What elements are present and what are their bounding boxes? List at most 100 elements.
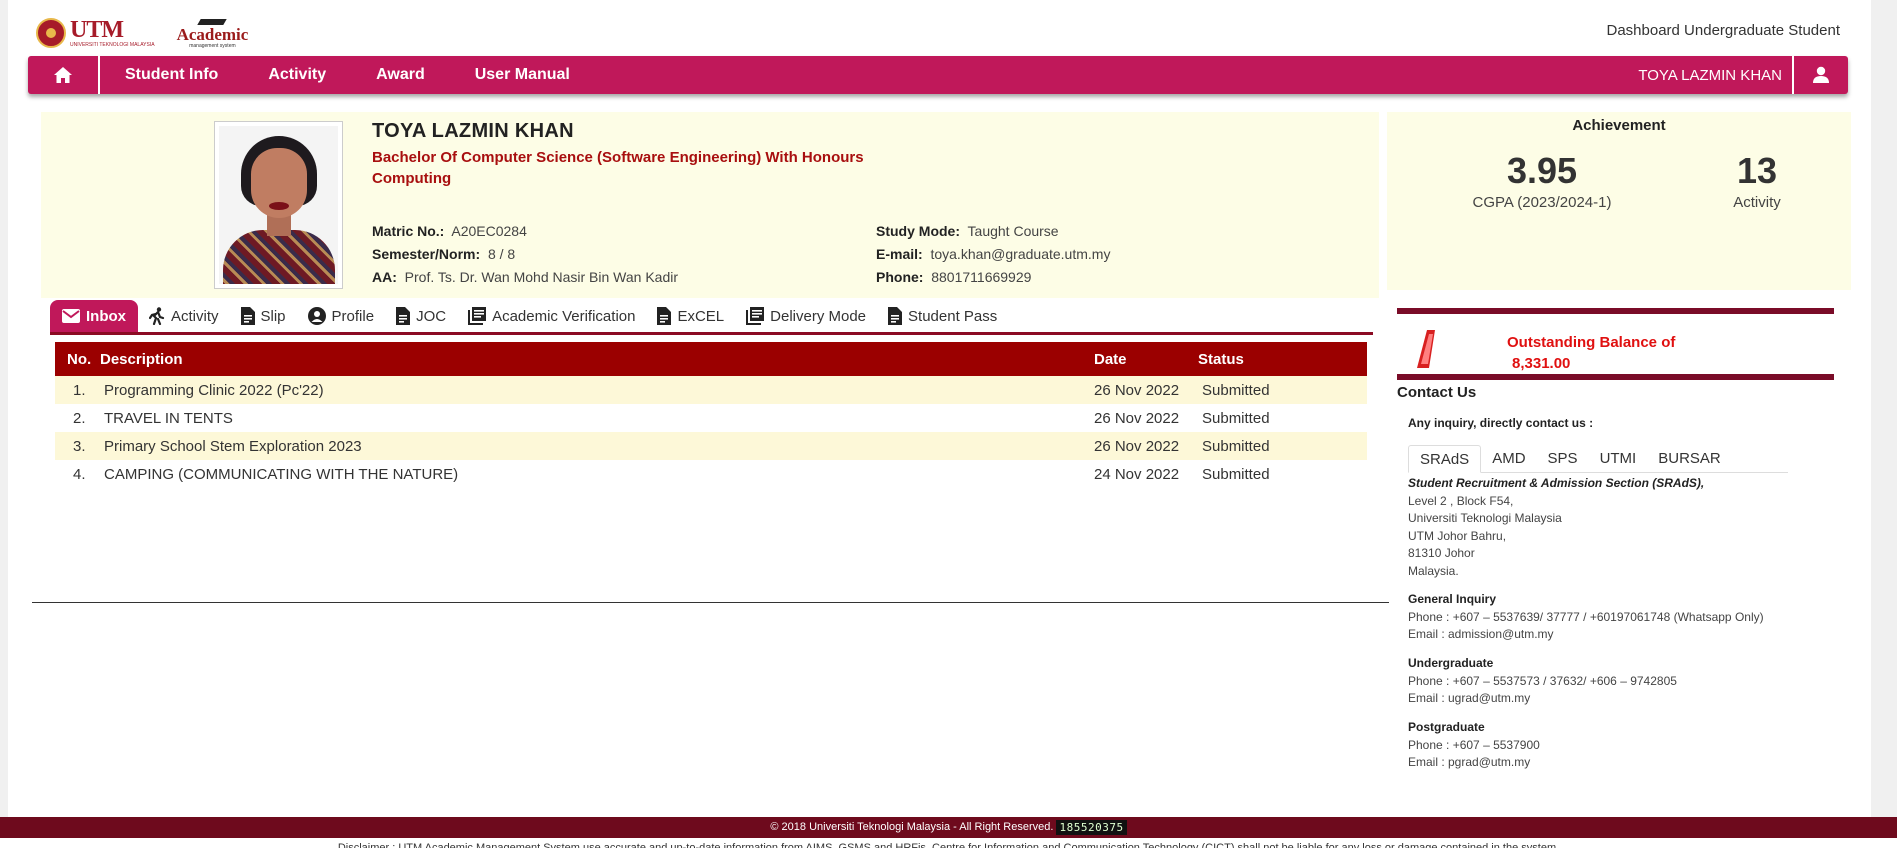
phone-info: Phone: 8801711669929 xyxy=(876,269,1031,285)
dashboard-tabs: Inbox Activity Slip Profile JOC Academic… xyxy=(50,300,1373,335)
table-row[interactable]: 3. Primary School Stem Exploration 2023 … xyxy=(55,432,1367,460)
aa-label: AA: xyxy=(372,269,397,285)
page-margin xyxy=(1871,0,1897,817)
home-button[interactable] xyxy=(28,56,100,94)
contact-tab-utmi[interactable]: UTMI xyxy=(1589,445,1648,473)
outstanding-balance-amount: 8,331.00 xyxy=(1512,355,1571,372)
contact-address: Student Recruitment & Admission Section … xyxy=(1408,475,1704,581)
email-info: E-mail: toya.khan@graduate.utm.my xyxy=(876,246,1110,262)
row-no: 3. xyxy=(73,437,86,455)
contact-section-name: Student Recruitment & Admission Section … xyxy=(1408,476,1705,490)
profile-icon xyxy=(307,307,326,325)
row-date: 26 Nov 2022 xyxy=(1094,437,1180,455)
row-no: 4. xyxy=(73,465,86,483)
academic-logo-subtitle: management system xyxy=(189,43,236,49)
contact-tab-bursar[interactable]: BURSAR xyxy=(1647,445,1732,473)
tab-slip[interactable]: Slip xyxy=(230,300,297,332)
tab-academic-verification-label: Academic Verification xyxy=(492,307,636,325)
row-description[interactable]: Primary School Stem Exploration 2023 xyxy=(100,432,1094,460)
outstanding-balance-label: Outstanding Balance of xyxy=(1507,334,1676,351)
row-date: 26 Nov 2022 xyxy=(1094,409,1180,427)
table-header-row: No. Description Date Status xyxy=(55,342,1367,376)
semester-value: 8 / 8 xyxy=(487,246,516,262)
tab-profile[interactable]: Profile xyxy=(297,300,386,332)
col-header-status: Status xyxy=(1198,342,1367,376)
user-icon xyxy=(1813,66,1829,83)
postgraduate-title: Postgraduate xyxy=(1408,720,1485,734)
cgpa-value: 3.95 xyxy=(1506,150,1578,191)
address-line: UTM Johor Bahru, xyxy=(1408,528,1507,543)
row-status: Submitted xyxy=(1202,409,1270,427)
nav-activity[interactable]: Activity xyxy=(243,56,351,94)
user-menu-button[interactable] xyxy=(1792,56,1848,94)
postgraduate-email: Email : pgrad@utm.my xyxy=(1408,755,1531,770)
contact-tab-amd[interactable]: AMD xyxy=(1481,445,1536,473)
tab-student-pass[interactable]: Student Pass xyxy=(877,300,1008,332)
row-date: 26 Nov 2022 xyxy=(1094,381,1180,399)
nav-student-info[interactable]: Student Info xyxy=(100,56,243,94)
divider xyxy=(32,602,1389,603)
email-label: E-mail: xyxy=(876,246,923,262)
academic-logo[interactable]: Academic management system xyxy=(177,17,249,49)
tab-delivery-mode[interactable]: Delivery Mode xyxy=(735,300,877,332)
contact-tab-sps[interactable]: SPS xyxy=(1537,445,1589,473)
general-inquiry-phone: Phone : +607 – 5537639/ 37777 / +6019706… xyxy=(1408,609,1764,624)
tab-profile-label: Profile xyxy=(331,307,375,325)
contact-us-subtitle: Any inquiry, directly contact us : xyxy=(1408,416,1594,430)
phone-value: 8801711669929 xyxy=(931,269,1032,285)
tab-joc[interactable]: JOC xyxy=(385,300,457,332)
row-no: 1. xyxy=(73,381,86,399)
undergraduate-email: Email : ugrad@utm.my xyxy=(1408,691,1531,706)
semester-info: Semester/Norm: 8 / 8 xyxy=(372,246,515,262)
row-description[interactable]: TRAVEL IN TENTS xyxy=(100,404,1094,432)
inbox-table: No. Description Date Status 1. Programmi… xyxy=(55,342,1367,488)
study-mode-info: Study Mode: Taught Course xyxy=(876,223,1059,239)
academic-logo-text: Academic xyxy=(176,25,249,44)
aa-info: AA: Prof. Ts. Dr. Wan Mohd Nasir Bin Wan… xyxy=(372,269,678,285)
utm-logo-subtitle: UNIVERSITI TEKNOLOGI MALAYSIA xyxy=(70,42,155,48)
matric-label: Matric No.: xyxy=(372,223,445,239)
undergraduate-phone: Phone : +607 – 5537573 / 37632/ +606 – 9… xyxy=(1408,673,1677,688)
nav-award[interactable]: Award xyxy=(351,56,450,94)
home-icon xyxy=(54,67,72,83)
contact-postgraduate: Postgraduate Phone : +607 – 5537900 Emai… xyxy=(1408,719,1540,772)
email-value: toya.khan@graduate.utm.my xyxy=(930,246,1111,262)
study-mode-label: Study Mode: xyxy=(876,223,960,239)
table-row[interactable]: 2. TRAVEL IN TENTS 26 Nov 2022 Submitted xyxy=(55,404,1367,432)
postgraduate-phone: Phone : +607 – 5537900 xyxy=(1408,737,1540,752)
address-line: 81310 Johor xyxy=(1408,546,1475,561)
row-description[interactable]: CAMPING (COMMUNICATING WITH THE NATURE) xyxy=(100,460,1094,488)
study-mode-value: Taught Course xyxy=(967,223,1059,239)
row-description[interactable]: Programming Clinic 2022 (Pc'22) xyxy=(100,376,1094,404)
student-programme: Bachelor Of Computer Science (Software E… xyxy=(372,147,872,189)
student-name: TOYA LAZMIN KHAN xyxy=(372,120,574,142)
row-no: 2. xyxy=(73,409,86,427)
achievement-title: Achievement xyxy=(1572,117,1666,134)
matric-info: Matric No.: A20EC0284 xyxy=(372,223,527,239)
nav-user-name[interactable]: TOYA LAZMIN KHAN xyxy=(1628,56,1792,94)
footer: © 2018 Universiti Teknologi Malaysia - A… xyxy=(0,817,1897,838)
tab-delivery-mode-label: Delivery Mode xyxy=(770,307,867,325)
tab-activity[interactable]: Activity xyxy=(138,300,230,332)
programme-name: Bachelor Of Computer Science (Software E… xyxy=(372,149,864,166)
tab-academic-verification[interactable]: Academic Verification xyxy=(457,300,646,332)
address-line: Level 2 , Block F54, xyxy=(1408,493,1514,508)
faculty-name: Computing xyxy=(372,170,452,187)
table-row[interactable]: 1. Programming Clinic 2022 (Pc'22) 26 No… xyxy=(55,376,1367,404)
table-row[interactable]: 4. CAMPING (COMMUNICATING WITH THE NATUR… xyxy=(55,460,1367,488)
utm-seal-icon xyxy=(36,18,66,48)
tab-excel[interactable]: ExCEL xyxy=(646,300,735,332)
nav-user-manual[interactable]: User Manual xyxy=(450,56,595,94)
outstanding-balance-card[interactable]: Outstanding Balance of 8,331.00 xyxy=(1397,308,1834,380)
tab-inbox[interactable]: Inbox xyxy=(50,300,138,332)
contact-general: General Inquiry Phone : +607 – 5537639/ … xyxy=(1408,591,1764,644)
contact-tab-srads[interactable]: SRAdS xyxy=(1408,445,1482,473)
matric-value: A20EC0284 xyxy=(451,223,527,239)
running-icon xyxy=(149,307,165,325)
contact-us-title: Contact Us xyxy=(1397,384,1477,401)
footer-disclaimer: Disclaimer : UTM Academic Management Sys… xyxy=(0,838,1897,848)
utm-logo[interactable]: UTM UNIVERSITI TEKNOLOGI MALAYSIA xyxy=(36,18,155,48)
header-logos: UTM UNIVERSITI TEKNOLOGI MALAYSIA Academ… xyxy=(36,16,248,50)
phone-label: Phone: xyxy=(876,269,924,285)
dashboard-title: Dashboard Undergraduate Student xyxy=(1606,22,1841,39)
